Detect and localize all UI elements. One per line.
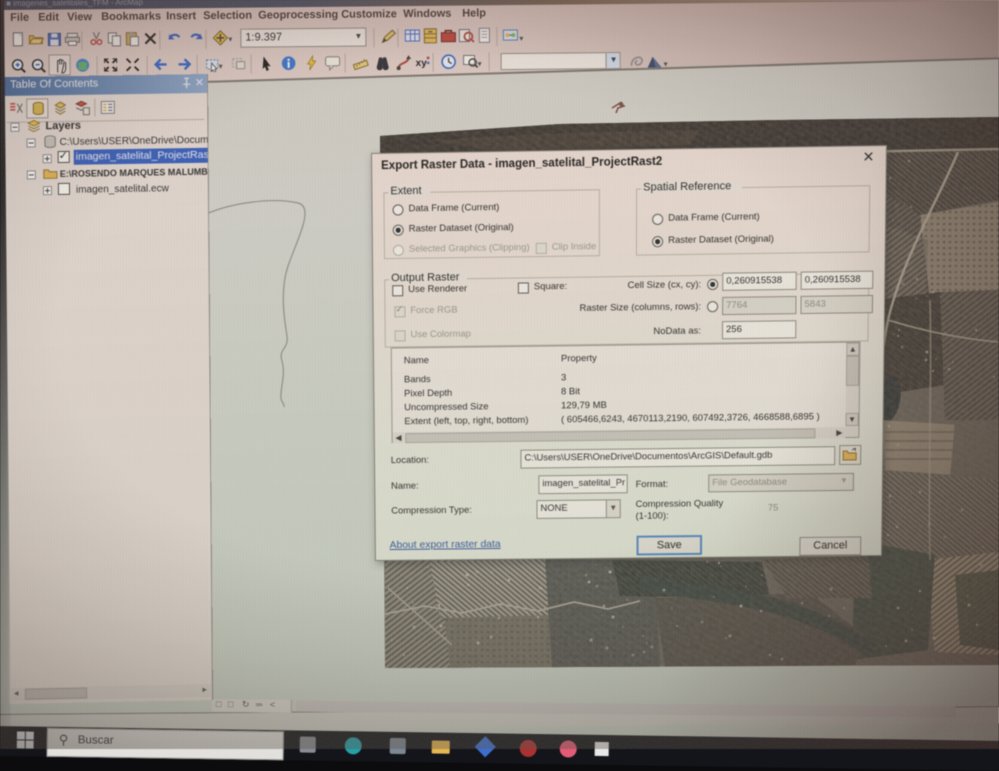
svg-text:xy: xy xyxy=(416,58,428,69)
